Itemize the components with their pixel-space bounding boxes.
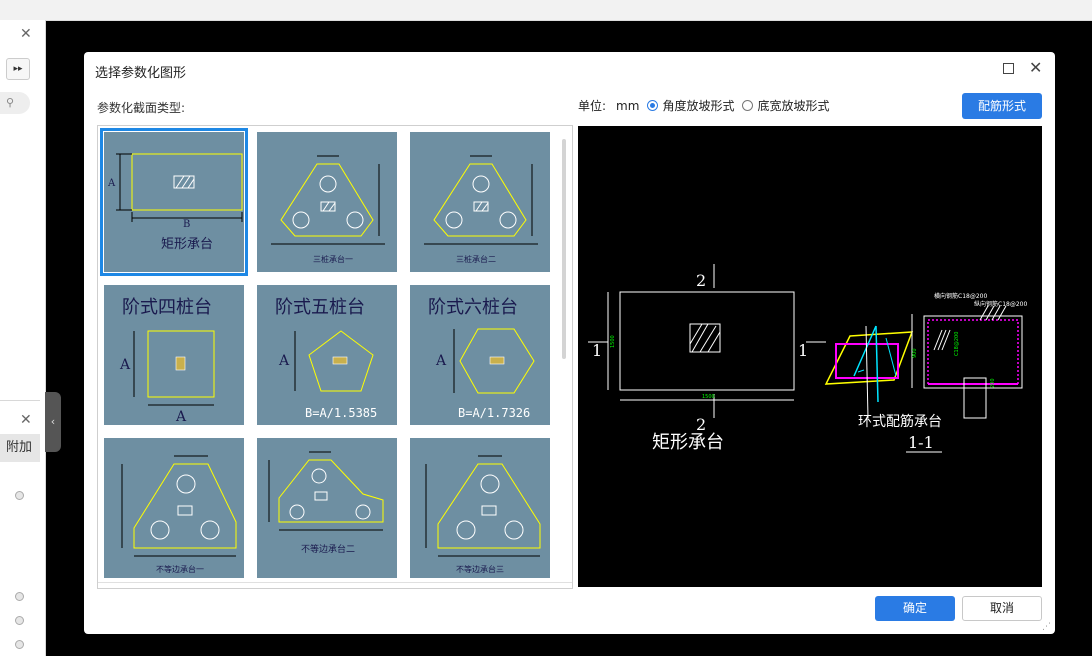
shape-card-three-pile-1[interactable]: 三桩承台一	[257, 132, 397, 272]
three-pile-2-drawing: 三桩承台二	[424, 155, 538, 264]
close-icon[interactable]: ✕	[1029, 58, 1042, 77]
radio-angle-slope[interactable]	[647, 100, 659, 111]
rect-cap-drawing: A B 矩形承台	[107, 153, 243, 252]
shape-preview: 2 2 1 1 1500 1500 矩形承台 环式配筋承台 横向钢筋C18@20…	[578, 126, 1042, 587]
formula-label: B=A/1.7326	[458, 406, 530, 420]
dim-a-label: A	[107, 178, 116, 189]
section-mark-left: 1	[592, 341, 602, 360]
resize-grip-icon[interactable]: ⋰	[1042, 622, 1051, 632]
dim-width: 1500	[702, 394, 715, 400]
shape-title: 不等边承台二	[301, 543, 355, 555]
shape-card-unequal-2[interactable]: 不等边承台二	[257, 438, 397, 578]
shape-card-unequal-1[interactable]: 不等边承台一	[104, 438, 244, 578]
cancel-button[interactable]: 取消	[962, 596, 1042, 621]
collapse-handle[interactable]: ‹	[45, 392, 61, 452]
search-icon[interactable]: ⚲	[0, 92, 30, 114]
select-parametric-shape-dialog: 选择参数化图形 ✕ 参数化截面类型: 单位: mm 角度放坡形式 底宽放坡形式 …	[84, 52, 1055, 634]
grid-scrollbar[interactable]	[562, 139, 566, 359]
formula-label: B=A/1.5385	[305, 406, 377, 420]
close-icon[interactable]: ✕	[20, 26, 32, 42]
divider	[0, 400, 40, 401]
shape-card-rect[interactable]: A B 矩形承台	[100, 128, 248, 276]
shape-title: 阶式六桩台	[428, 297, 518, 318]
expand-button[interactable]: ▸▸	[6, 58, 30, 80]
top-strip	[0, 0, 1092, 21]
ring-caption: 环式配筋承台	[858, 413, 942, 430]
radio-width-label[interactable]: 底宽放坡形式	[757, 97, 829, 114]
rebar-form-button[interactable]: 配筋形式	[962, 93, 1042, 119]
shape-title: 矩形承台	[161, 237, 213, 252]
close-icon[interactable]: ✕	[20, 412, 32, 428]
rebar-note-longitudinal: 纵向钢筋C18@200	[974, 300, 1027, 308]
radio-dot[interactable]	[15, 640, 24, 649]
ok-button[interactable]: 确定	[875, 596, 955, 621]
shape-card-stepped-five[interactable]: 阶式五桩台 A B=A/1.5385	[257, 285, 397, 425]
shape-title: 三桩承台二	[456, 254, 496, 264]
shape-card-three-pile-2[interactable]: 三桩承台二	[410, 132, 550, 272]
unit-label: 单位:	[578, 99, 607, 113]
shape-title: 不等边承台一	[156, 564, 204, 574]
shape-title: 阶式五桩台	[275, 297, 365, 318]
shape-title: 三桩承台一	[313, 254, 353, 264]
unit-row: 单位: mm 角度放坡形式 底宽放坡形式	[578, 97, 829, 114]
maximize-icon[interactable]	[1003, 63, 1014, 74]
shape-title: 不等边承台三	[456, 564, 504, 574]
section-type-label: 参数化截面类型:	[97, 101, 186, 115]
radio-angle-label[interactable]: 角度放坡形式	[662, 97, 734, 114]
tab-attach[interactable]: 附加	[0, 434, 40, 462]
rebar-note-vertical: C18@200	[954, 332, 960, 356]
dim-b-label: B	[183, 219, 190, 230]
shape-title: 阶式四桩台	[122, 297, 212, 318]
unequal-3-drawing: 不等边承台三	[425, 455, 541, 574]
left-panel: ✕ ▸▸ ⚲ ✕ 附加	[0, 20, 46, 656]
unequal-2-drawing: 不等边承台二	[268, 451, 384, 555]
stepped-four-drawing: 阶式四桩台 A A	[119, 297, 215, 425]
dim-height: 1500	[610, 335, 616, 348]
main-caption: 矩形承台	[652, 432, 724, 453]
shape-grid: A B 矩形承台 三桩承台一 三桩承台二 阶式四桩台 A A 阶式五桩台 A B…	[97, 125, 573, 589]
dim-b-label: A	[175, 409, 187, 425]
unequal-1-drawing: 不等边承台一	[121, 455, 237, 574]
section-caption: 1-1	[908, 433, 934, 452]
stepped-six-drawing: 阶式六桩台 A B=A/1.7326	[428, 297, 535, 420]
dim-a-label: A	[119, 357, 131, 373]
section-mark-right: 1	[798, 341, 808, 360]
unit-value: mm	[616, 98, 640, 113]
dim-a-label: A	[278, 353, 290, 369]
grid-divider	[98, 582, 572, 583]
rebar-note-transverse: 横向钢筋C18@200	[934, 292, 987, 300]
dim-small: 200	[990, 378, 996, 388]
radio-dot[interactable]	[15, 491, 24, 500]
stepped-five-drawing: 阶式五桩台 A B=A/1.5385	[275, 297, 377, 420]
radio-dot[interactable]	[15, 592, 24, 601]
dialog-title: 选择参数化图形	[95, 66, 187, 81]
section-mark-top: 2	[696, 271, 706, 290]
shape-card-stepped-six[interactable]: 阶式六桩台 A B=A/1.7326	[410, 285, 550, 425]
three-pile-drawing: 三桩承台一	[271, 155, 385, 264]
preview-drawing: 2 2 1 1 1500 1500 矩形承台 环式配筋承台 横向钢筋C18@20…	[588, 264, 1027, 453]
dim-a-label: A	[435, 353, 447, 369]
dim-section: 900	[912, 348, 918, 358]
radio-dot[interactable]	[15, 616, 24, 625]
shape-card-unequal-3[interactable]: 不等边承台三	[410, 438, 550, 578]
radio-width-slope[interactable]	[742, 100, 754, 111]
shape-card-stepped-four[interactable]: 阶式四桩台 A A	[104, 285, 244, 425]
